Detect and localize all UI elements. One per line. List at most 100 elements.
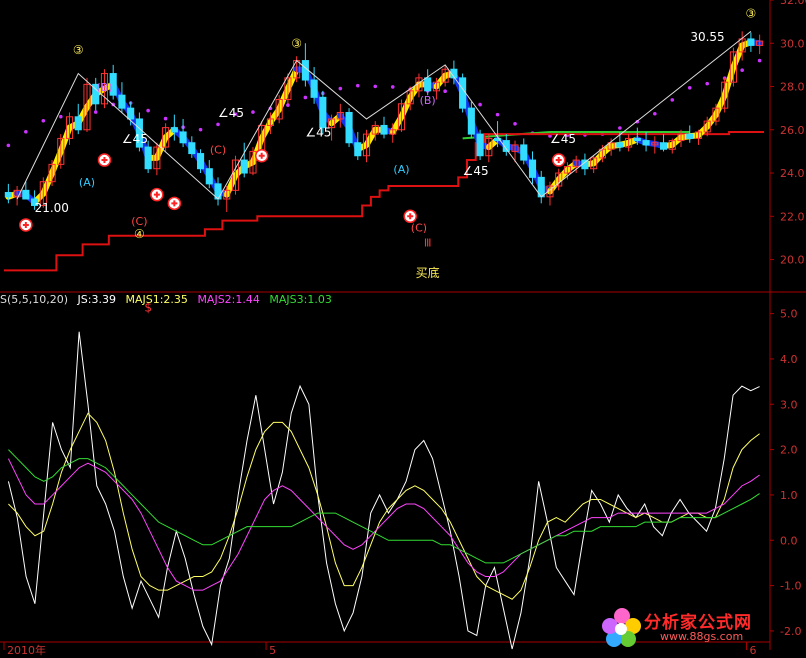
envelope-dot	[251, 110, 255, 114]
candle-body	[170, 127, 178, 133]
candle-body	[144, 146, 152, 170]
trend-ribbon-segment	[730, 42, 746, 71]
indicator-title: S(5,5,10,20)	[0, 293, 69, 306]
angle-label: ∠45	[305, 125, 331, 139]
candle-body	[459, 77, 467, 109]
wave-mark-a: (A)	[393, 163, 409, 176]
buy-signal-label: 买底	[416, 265, 440, 280]
envelope-dot	[146, 108, 150, 113]
candle-body	[22, 189, 30, 200]
envelope-dot	[6, 143, 11, 148]
envelope-dot	[757, 58, 762, 63]
low-price-label: 21.00	[35, 201, 69, 215]
envelope-dot	[286, 103, 290, 107]
angle-label: ∠45	[550, 132, 576, 146]
envelope-dot	[443, 89, 447, 94]
candle-body	[196, 153, 205, 170]
envelope-dot	[653, 111, 657, 116]
envelope-dot	[198, 127, 203, 132]
envelope-dot	[373, 84, 378, 89]
envelope-dot	[513, 121, 517, 126]
price-tick-label: 24.0	[780, 167, 805, 180]
watermark-url: www.88gs.com	[660, 630, 744, 643]
candle-body	[633, 137, 641, 142]
angle-label: ∠45	[463, 164, 489, 178]
wave-mark-roman3: Ⅲ	[424, 237, 432, 250]
price-tick-label: 26.0	[780, 124, 805, 137]
candle-body	[476, 133, 484, 157]
envelope-dot	[478, 102, 482, 107]
candle-body	[240, 159, 248, 174]
candle-body	[642, 140, 650, 146]
trend-ribbon-segment	[398, 94, 414, 120]
angle-label: ∠45	[122, 132, 148, 146]
candle-body	[345, 111, 353, 144]
candle-body	[747, 38, 755, 46]
envelope-dot	[687, 85, 692, 90]
price-tick-label: 30.0	[780, 37, 805, 50]
indicator-tick-label: 2.0	[780, 444, 798, 457]
indicator-tick-label: -1.0	[780, 580, 801, 593]
indicator-tick-label: 4.0	[780, 353, 798, 366]
envelope-dot	[41, 118, 46, 123]
indicator-tick-label: 3.0	[780, 398, 798, 411]
angle-label: ∠45	[218, 106, 244, 120]
envelope-dot	[740, 68, 744, 72]
candle-body	[616, 142, 624, 148]
candle-body	[467, 107, 475, 135]
support-step-line	[4, 130, 764, 272]
stock-chart: 32.00 30.0 28.0 26.0 24.0 22.0 20.0 5.0 4.0 3.0 2.…	[0, 0, 806, 657]
price-tick-label: 22.0	[780, 210, 805, 223]
envelope-dot	[355, 83, 360, 88]
price-tick-label: 28.0	[780, 81, 805, 94]
legend-majs3: MAJS3:1.03	[269, 293, 332, 306]
legend-majs1: MAJS1:2.35	[125, 293, 188, 306]
candle-body	[528, 159, 537, 178]
envelope-dot	[303, 95, 308, 100]
envelope-dot	[93, 110, 98, 114]
candle-body	[520, 144, 528, 161]
wave-mark-3: ③	[291, 37, 302, 51]
trend-ribbon-segment	[57, 124, 73, 155]
candle-body	[4, 192, 12, 198]
price-tick-label: 32.00	[780, 0, 806, 7]
candle-body	[686, 133, 694, 139]
wave-mark-3: ③	[746, 6, 757, 20]
candle-body	[118, 94, 126, 109]
trend-ribbon-segment	[40, 170, 56, 197]
trend-ribbon-segment	[284, 66, 300, 92]
envelope-dot	[163, 116, 168, 121]
candle-body	[659, 142, 668, 150]
indicator-line-majs2	[7, 458, 760, 591]
x-tick-label: 2010年	[7, 643, 46, 657]
envelope-dot	[618, 126, 622, 130]
candle-body	[179, 131, 187, 144]
candle-body	[310, 79, 318, 98]
wave-mark-b: (B)	[96, 81, 112, 94]
wave-mark-b: (B)	[420, 94, 436, 107]
legend-js: JS:3.39	[77, 293, 116, 306]
envelope-dot	[216, 122, 220, 127]
trend-ribbon-segment	[223, 172, 239, 198]
indicator-header: S(5,5,10,20) JS:3.39 MAJS1:2.35 MAJS2:1.…	[0, 293, 338, 306]
envelope-dot	[338, 86, 343, 91]
wave-mark-c: (C)	[210, 144, 226, 157]
envelope-dot	[705, 81, 710, 86]
indicator-tick-label: 0.0	[780, 534, 798, 547]
envelope-dot	[495, 112, 500, 117]
wave-mark-4: ④	[134, 227, 145, 241]
candle-body	[127, 107, 135, 120]
envelope-dot	[390, 85, 395, 89]
wave-mark-3: ③	[73, 43, 84, 57]
candle-body	[74, 116, 82, 131]
candle-body	[205, 168, 213, 185]
candle-body	[354, 142, 362, 157]
candle-body	[188, 142, 196, 155]
watermark-logo: 分析家公式网 www.88gs.com	[600, 604, 800, 652]
high-price-label: 30.55	[690, 30, 724, 44]
wave-mark-c: (C)	[411, 221, 427, 234]
legend-majs2: MAJS2:1.44	[197, 293, 260, 306]
indicator-tick-label: 1.0	[780, 489, 798, 502]
trend-ribbon-segment	[49, 148, 64, 177]
envelope-dot	[24, 129, 28, 134]
